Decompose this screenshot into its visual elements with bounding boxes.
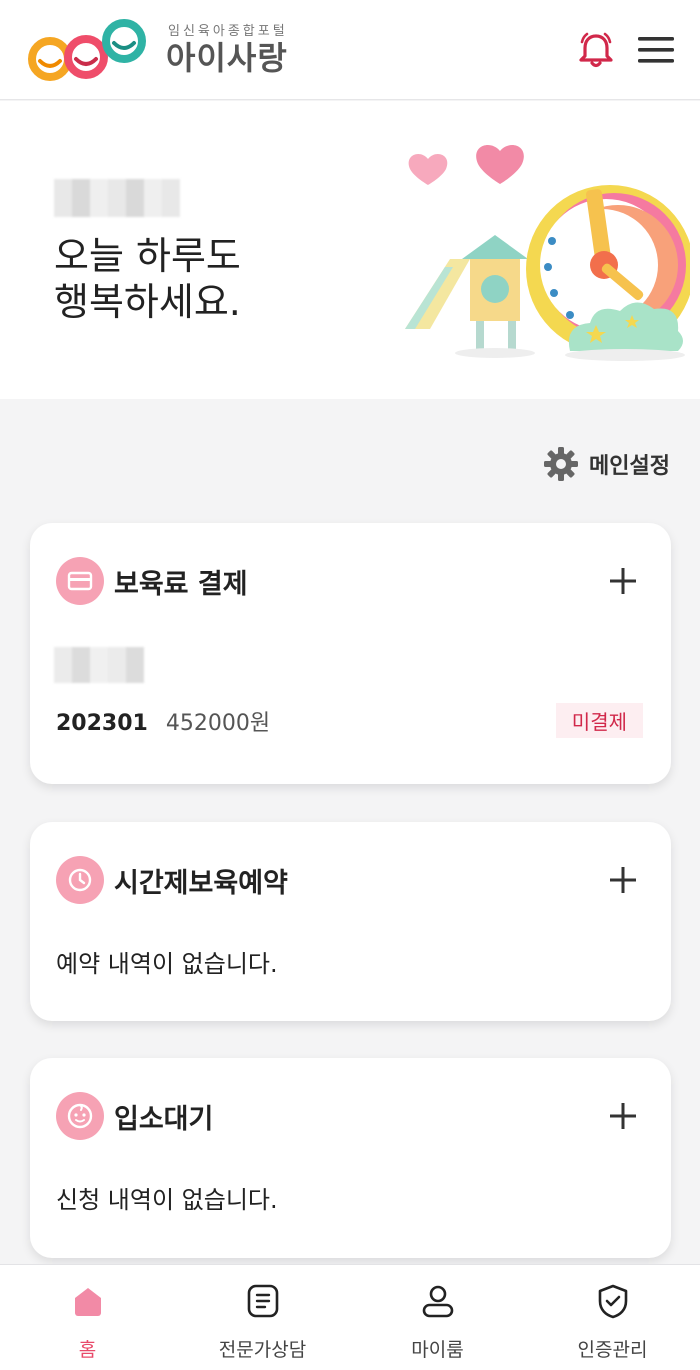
gear-icon <box>544 447 579 481</box>
payment-status-badge: 미결제 <box>555 703 643 738</box>
app-header: 임신육아종합포털 아이사랑 <box>0 0 700 100</box>
child-name-redacted <box>54 647 144 683</box>
childcare-payment-card: 보육료 결제 202301 452000원 미결제 <box>30 523 671 784</box>
nav-item-certification[interactable]: 인증관리 <box>525 1265 700 1370</box>
hourly-care-reservation-card: 시간제보육예약 예약 내역이 없습니다. <box>30 822 671 1021</box>
user-name-redacted <box>54 179 180 217</box>
baby-face-icon <box>56 1092 104 1140</box>
menu-button[interactable] <box>634 28 678 72</box>
nav-label: 마이룸 <box>411 1339 464 1361</box>
add-reservation-button[interactable] <box>609 866 637 894</box>
app-screen: 임신육아종합포털 아이사랑 오늘 하루도 행복하세요. 메인설정 보육료 결제 … <box>0 0 700 1370</box>
nav-item-expert-consult[interactable]: 전문가상담 <box>175 1265 350 1370</box>
nav-item-home[interactable]: 홈 <box>0 1265 175 1370</box>
shield-check-icon <box>593 1281 633 1321</box>
empty-message: 예약 내역이 없습니다. <box>56 950 278 978</box>
nav-item-my-room[interactable]: 마이룸 <box>350 1265 525 1370</box>
card-title: 입소대기 <box>114 1103 214 1135</box>
payment-month: 202301 <box>56 711 148 736</box>
nav-label: 인증관리 <box>577 1339 648 1361</box>
nav-label: 홈 <box>78 1339 97 1361</box>
bottom-navigation: 홈 전문가상담 마이룸 인증관리 <box>0 1264 700 1370</box>
payment-row[interactable]: 202301 452000원 <box>56 705 270 737</box>
nav-label: 전문가상담 <box>218 1339 307 1361</box>
main-settings-link[interactable]: 메인설정 <box>543 446 670 482</box>
logo-subtitle: 임신육아종합포털 <box>168 24 288 39</box>
add-waiting-button[interactable] <box>609 1102 637 1130</box>
logo-title: 아이사랑 <box>166 39 288 77</box>
logo[interactable]: 임신육아종합포털 아이사랑 <box>26 15 288 85</box>
home-icon <box>68 1281 108 1321</box>
hamburger-menu-icon <box>638 36 674 63</box>
person-icon <box>418 1281 458 1321</box>
greeting-text: 오늘 하루도 행복하세요. <box>54 234 241 324</box>
notification-button[interactable] <box>574 28 618 72</box>
document-icon <box>243 1281 283 1321</box>
add-payment-button[interactable] <box>609 567 637 595</box>
hero-banner: 오늘 하루도 행복하세요. <box>0 101 700 399</box>
playground-clock-illustration <box>405 145 690 361</box>
card-title: 시간제보육예약 <box>114 867 288 899</box>
admission-waiting-card: 입소대기 신청 내역이 없습니다. <box>30 1058 671 1258</box>
empty-message: 신청 내역이 없습니다. <box>56 1186 278 1214</box>
credit-card-icon <box>56 557 104 605</box>
main-settings-label: 메인설정 <box>589 454 670 479</box>
payment-amount: 452000원 <box>165 711 271 736</box>
logo-mark-icon <box>28 18 146 81</box>
clock-icon <box>56 856 104 904</box>
card-title: 보육료 결제 <box>114 568 248 600</box>
bell-icon <box>579 32 613 67</box>
